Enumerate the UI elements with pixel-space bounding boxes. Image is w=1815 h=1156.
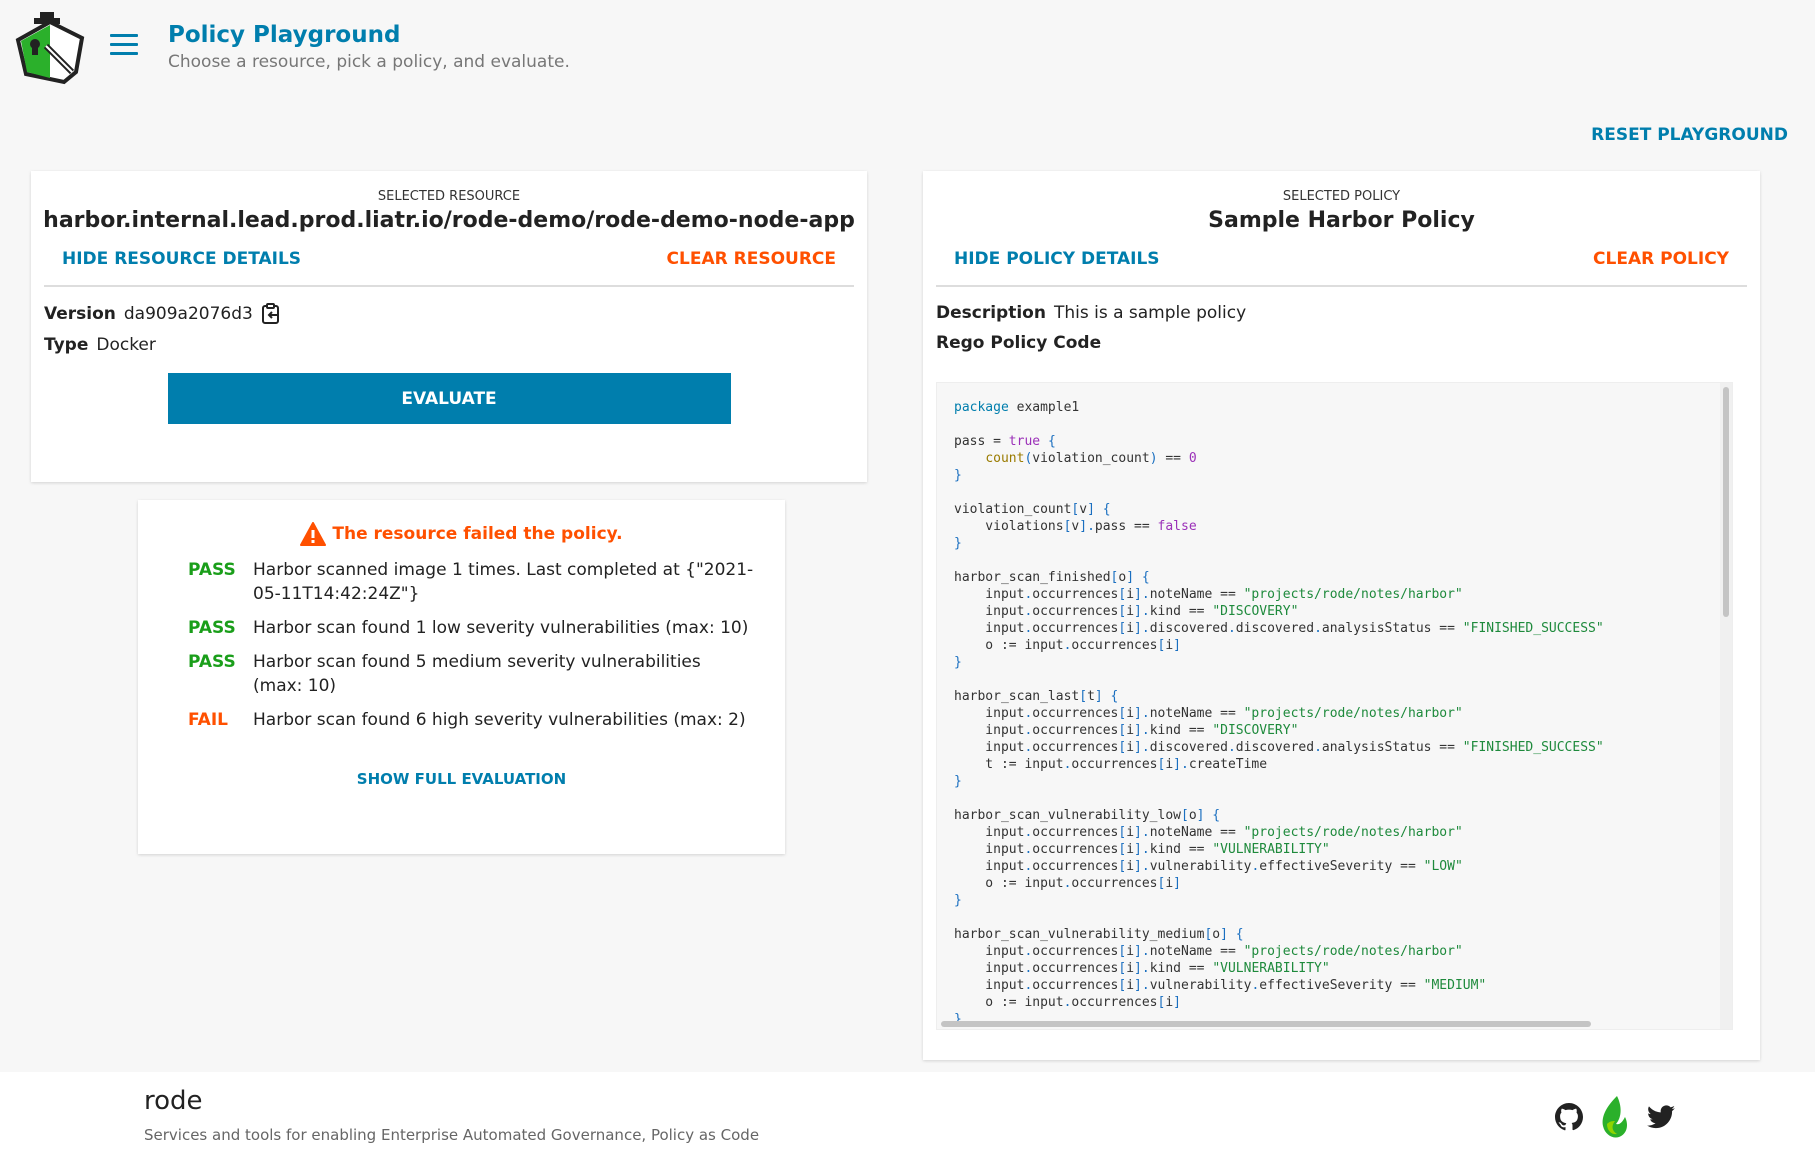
code-line: input.occurrences[i].noteName == "projec…	[954, 706, 1463, 721]
code-line: }	[954, 536, 962, 551]
result-status: PASS	[188, 652, 236, 672]
resource-name: harbor.internal.lead.prod.liatr.io/rode-…	[43, 208, 855, 233]
clear-policy-link[interactable]: CLEAR POLICY	[1593, 249, 1729, 269]
code-line: input.occurrences[i].kind == "VULNERABIL…	[954, 842, 1330, 857]
page-subtitle: Choose a resource, pick a policy, and ev…	[168, 52, 570, 72]
code-line: o := input.occurrences[i]	[954, 995, 1181, 1010]
version-value: da909a2076d3	[123, 304, 253, 324]
code-line: input.occurrences[i].kind == "VULNERABIL…	[954, 961, 1330, 976]
description-value: This is a sample policy	[1053, 303, 1247, 323]
code-line: input.occurrences[i].vulnerability.effec…	[954, 978, 1487, 993]
code-line: input.occurrences[i].kind == "DISCOVERY"	[954, 604, 1299, 619]
result-status: PASS	[188, 560, 236, 580]
description-label: Description	[936, 303, 1046, 323]
result-text: Harbor scan found 5 medium severity vuln…	[253, 652, 701, 696]
github-icon[interactable]	[1555, 1103, 1583, 1131]
result-status: PASS	[188, 618, 236, 638]
horizontal-scrollbar[interactable]	[937, 1019, 1732, 1029]
code-line: count(violation_count) == 0	[985, 451, 1197, 466]
clear-resource-link[interactable]: CLEAR RESOURCE	[667, 249, 836, 269]
show-full-evaluation-link[interactable]: SHOW FULL EVALUATION	[138, 770, 785, 788]
footer-tagline: Services and tools for enabling Enterpri…	[144, 1126, 760, 1144]
selected-policy-label: SELECTED POLICY	[1282, 189, 1401, 204]
result-row: PASS Harbor scanned image 1 times. Last c…	[188, 558, 754, 606]
code-line: harbor_scan_vulnerability_low[o] {	[954, 808, 1221, 823]
code-line: }	[954, 655, 962, 670]
rego-code-label: Rego Policy Code	[936, 333, 1102, 353]
policy-card: SELECTED POLICY Sample Harbor Policy HID…	[923, 171, 1760, 1060]
twitter-icon[interactable]	[1647, 1105, 1675, 1129]
code-line: }	[954, 468, 962, 483]
version-label: Version	[44, 304, 116, 324]
type-value: Docker	[96, 335, 156, 355]
code-line: harbor_scan_finished[o] {	[954, 570, 1150, 585]
footer-brand: rode	[144, 1086, 203, 1116]
result-row: PASS Harbor scan found 1 low severity vul…	[188, 616, 754, 640]
evaluation-result-card: The resource failed the policy. PASS Harb…	[138, 500, 785, 854]
type-label: Type	[44, 335, 89, 355]
evaluate-button[interactable]: EVALUATE	[167, 373, 731, 424]
code-line: }	[954, 774, 962, 789]
resource-card: SELECTED RESOURCE harbor.internal.lead.p…	[31, 171, 867, 482]
result-row: FAIL Harbor scan found 6 high severity vu…	[188, 708, 754, 732]
code-line: input.occurrences[i].discovered.discover…	[954, 740, 1604, 755]
result-text: Harbor scan found 1 low severity vulnera…	[253, 618, 749, 638]
menu-icon[interactable]	[110, 34, 138, 58]
policy-name: Sample Harbor Policy	[1208, 208, 1475, 233]
code-line: t := input.occurrences[i].createTime	[954, 757, 1268, 772]
code-line: input.occurrences[i].noteName == "projec…	[954, 587, 1463, 602]
code-line: }	[954, 893, 962, 908]
code-line: package example1	[954, 400, 1080, 415]
code-line: input.occurrences[i].noteName == "projec…	[954, 944, 1463, 959]
result-text: Harbor scan found 6 high severity vulner…	[253, 710, 746, 730]
code-line: input.occurrences[i].kind == "DISCOVERY"	[954, 723, 1299, 738]
selected-resource-label: SELECTED RESOURCE	[377, 189, 521, 204]
hide-policy-details-link[interactable]: HIDE POLICY DETAILS	[954, 249, 1160, 269]
code-line: input.occurrences[i].discovered.discover…	[954, 621, 1604, 636]
code-line: input.occurrences[i].vulnerability.effec…	[954, 859, 1463, 874]
code-line: harbor_scan_vulnerability_medium[o] {	[954, 927, 1244, 942]
vertical-scrollbar[interactable]	[1720, 383, 1732, 1029]
page-title: Policy Playground	[168, 22, 401, 48]
code-line: violation_count[v] {	[954, 502, 1111, 517]
divider	[44, 285, 854, 287]
copy-clipboard-icon[interactable]	[261, 303, 281, 325]
warning-icon	[300, 522, 327, 546]
result-status: FAIL	[188, 710, 228, 730]
policy-code: package example1 pass = true { count(vio…	[937, 383, 1732, 1029]
result-text: Harbor scanned image 1 times. Last compl…	[253, 560, 754, 604]
reset-playground-button[interactable]: RESET PLAYGROUND	[1591, 125, 1788, 145]
code-line: o := input.occurrences[i]	[954, 638, 1181, 653]
hide-resource-details-link[interactable]: HIDE RESOURCE DETAILS	[62, 249, 301, 269]
code-line: pass = true {	[954, 434, 1056, 449]
footer: rode Services and tools for enabling Ent…	[0, 1072, 1815, 1156]
rode-flame-icon[interactable]	[1599, 1094, 1631, 1140]
policy-code-editor[interactable]: package example1 pass = true { count(vio…	[936, 382, 1733, 1030]
code-line: o := input.occurrences[i]	[954, 876, 1181, 891]
result-message: The resource failed the policy.	[332, 524, 623, 544]
code-line: violations[v].pass == false	[954, 519, 1197, 534]
result-row: PASS Harbor scan found 5 medium severity …	[188, 650, 754, 698]
code-line: harbor_scan_last[t] {	[954, 689, 1119, 704]
code-line: input.occurrences[i].noteName == "projec…	[954, 825, 1463, 840]
rode-logo	[15, 12, 85, 85]
divider	[936, 285, 1747, 287]
